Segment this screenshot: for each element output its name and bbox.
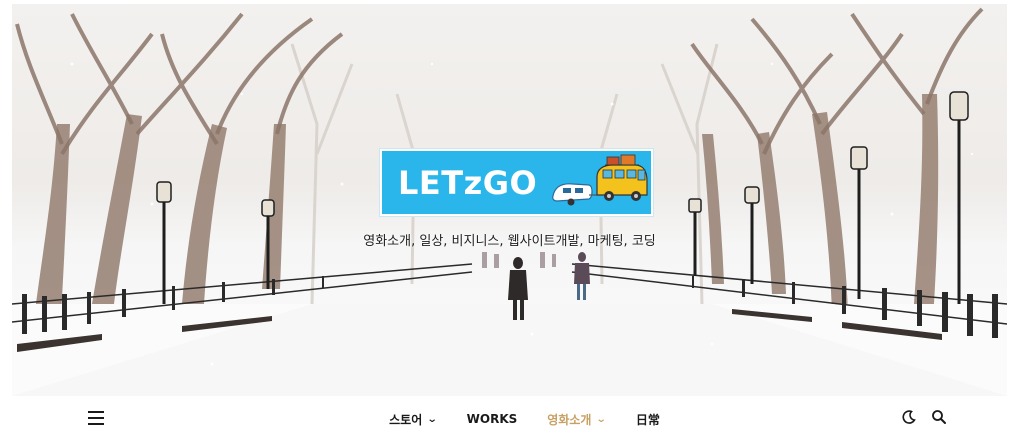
nav-item-daily[interactable]: 日常 bbox=[636, 411, 660, 428]
logo-text: LETzGO bbox=[398, 164, 538, 202]
nav-item-label: WORKS bbox=[466, 412, 518, 426]
main-navigation: 스토어 ⌄ WORKS 영화소개 ⌄ 日常 bbox=[0, 396, 1019, 442]
nav-menu: 스토어 ⌄ WORKS 영화소개 ⌄ 日常 bbox=[0, 396, 1019, 442]
site-logo[interactable]: LETzGO bbox=[380, 149, 653, 216]
moon-icon[interactable] bbox=[901, 409, 917, 425]
nav-item-works[interactable]: WORKS bbox=[467, 412, 518, 426]
nav-item-movie-intro[interactable]: 영화소개 ⌄ bbox=[547, 411, 608, 428]
van-trailer-illustration bbox=[552, 154, 648, 206]
search-icon[interactable] bbox=[931, 409, 947, 425]
site-tagline: 영화소개, 일상, 비지니스, 웹사이트개발, 마케팅, 코딩 bbox=[363, 234, 656, 249]
nav-actions bbox=[901, 409, 947, 425]
nav-item-label: 영화소개 bbox=[547, 412, 592, 427]
nav-item-store[interactable]: 스토어 ⌄ bbox=[389, 411, 438, 428]
header-hero-image: LETzGO 영화소개, 일상, 비지니스, 웹사이트개발, 마케팅, 코딩 bbox=[12, 4, 1007, 396]
chevron-down-icon: ⌄ bbox=[596, 413, 608, 425]
nav-item-label: 스토어 bbox=[389, 412, 423, 427]
nav-item-label: 日常 bbox=[635, 412, 660, 427]
chevron-down-icon: ⌄ bbox=[427, 413, 438, 425]
